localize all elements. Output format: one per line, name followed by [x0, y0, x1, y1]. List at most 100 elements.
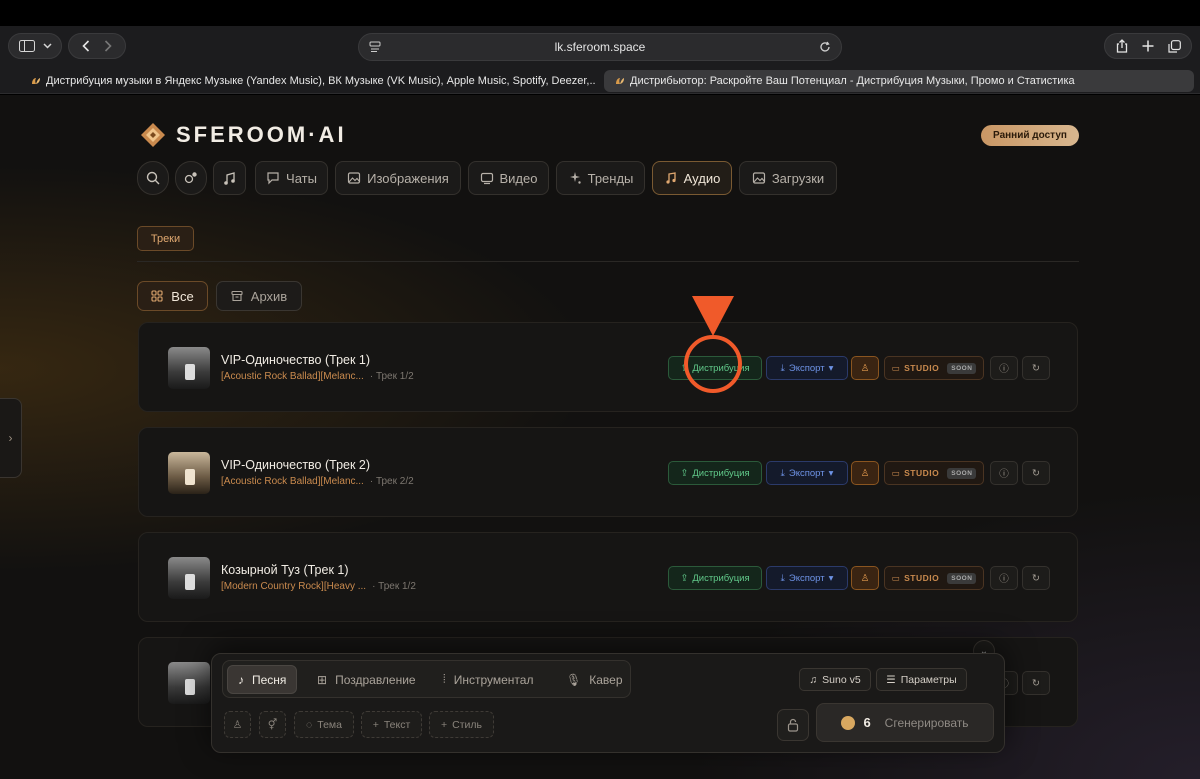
nav-label: Тренды [587, 170, 634, 186]
studio-button[interactable]: ▭ STUDIO SOON [884, 356, 984, 380]
nav-label: Аудио [683, 170, 721, 186]
regenerate-button[interactable]: ↻ [1022, 671, 1050, 695]
export-button[interactable]: ⤓ Экспорт ▾ [766, 461, 848, 485]
upload-icon: ⇪ [680, 467, 689, 479]
regenerate-button[interactable]: ↻ [1022, 566, 1050, 590]
track-tags: [Acoustic Rock Ballad][Melanc... · Трек 2… [221, 476, 414, 487]
microphone-icon: 🎙 [566, 672, 582, 687]
info-button[interactable]: ⓘ [990, 461, 1018, 485]
studio-icon: ▭ [891, 572, 901, 583]
track-cover [168, 452, 210, 494]
gender-icon: ⚥ [267, 718, 278, 731]
soon-badge: SOON [947, 362, 977, 374]
distribution-button[interactable]: ⇪ Дистрибуция [668, 566, 762, 590]
info-icon: ⓘ [999, 469, 1009, 480]
regenerate-button[interactable]: ↻ [1022, 461, 1050, 485]
mode-cover[interactable]: 🎙 Кавер [556, 665, 633, 694]
nav-label: Чаты [286, 170, 317, 186]
artist-button[interactable]: ♙ [851, 461, 879, 485]
voice-icon [183, 170, 199, 186]
address-bar[interactable]: lk.sferoom.space [358, 33, 842, 61]
lock-button[interactable] [777, 709, 809, 741]
music-note-icon [664, 171, 678, 185]
share-icon[interactable] [1116, 39, 1128, 53]
refresh-icon: ↻ [1032, 572, 1040, 584]
composer-panel: ♪ Песня ⊞ Поздравление ⦙ Инструментал 🎙 Каве… [211, 653, 1005, 753]
page-settings-icon[interactable] [369, 41, 381, 56]
lock-icon [787, 718, 799, 732]
parameters-button[interactable]: ☰ Параметры [876, 668, 967, 691]
theme-chip[interactable]: ◌ Тема [294, 711, 354, 738]
artist-button[interactable]: ♙ [851, 566, 879, 590]
nav-images[interactable]: Изображения [335, 161, 461, 195]
app-logo[interactable]: SFEROOM·AI [140, 122, 347, 148]
gender-chip[interactable]: ⚥ [259, 711, 286, 738]
music-note-icon: ♫ [809, 673, 818, 686]
studio-button[interactable]: ▭ STUDIO SOON [884, 566, 984, 590]
export-button[interactable]: ⤓ Экспорт ▾ [766, 356, 848, 380]
app-page: › SFEROOM·AI Ранний доступ Чаты Изображе… [0, 95, 1200, 779]
lyrics-chip[interactable]: + Текст [361, 711, 422, 738]
chevron-down-icon: ▾ [828, 572, 834, 584]
nav-video[interactable]: Видео [468, 161, 549, 195]
annotation-circle [684, 335, 742, 393]
mode-greeting[interactable]: ⊞ Поздравление [307, 665, 426, 694]
track-tags: [Modern Country Rock][Heavy ... · Трек 1/… [221, 581, 416, 592]
studio-button[interactable]: ▭ STUDIO SOON [884, 461, 984, 485]
plus-icon: + [441, 718, 448, 731]
mode-instrumental[interactable]: ⦙ Инструментал [433, 665, 543, 694]
tab-tracks[interactable]: Треки [137, 226, 194, 251]
filter-archive[interactable]: Архив [216, 281, 302, 311]
sidebar-expand-handle[interactable]: › [0, 398, 22, 478]
export-button[interactable]: ⤓ Экспорт ▾ [766, 566, 848, 590]
music-generator-button[interactable] [213, 161, 246, 195]
style-chip[interactable]: + Стиль [429, 711, 494, 738]
filter-all[interactable]: Все [137, 281, 208, 311]
trends-icon [568, 171, 582, 185]
browser-tab[interactable]: Дистрибуция музыки в Яндекс Музыке (Yand… [20, 70, 596, 92]
forward-icon[interactable] [104, 40, 112, 52]
info-button[interactable]: ⓘ [990, 356, 1018, 380]
nav-label: Загрузки [771, 170, 825, 186]
track-title: VIP-Одиночество (Трек 1) [221, 353, 371, 367]
track-row[interactable]: Козырной Туз (Трек 1) [Modern Country Ro… [138, 532, 1078, 622]
tab-title: Дистрибуция музыки в Яндекс Музыке (Yand… [46, 75, 596, 87]
nav-trends[interactable]: Тренды [556, 161, 645, 195]
search-button[interactable] [137, 161, 169, 195]
nav-downloads[interactable]: Загрузки [739, 161, 837, 195]
logo-icon [140, 122, 166, 148]
info-button[interactable]: ⓘ [990, 566, 1018, 590]
regenerate-button[interactable]: ↻ [1022, 356, 1050, 380]
archive-icon [231, 290, 243, 302]
back-icon[interactable] [82, 40, 90, 52]
early-access-badge[interactable]: Ранний доступ [981, 125, 1079, 146]
user-icon: ♙ [232, 718, 243, 731]
sidebar-toggle-button[interactable] [8, 33, 62, 59]
voice-button[interactable] [175, 161, 207, 195]
new-tab-icon[interactable] [1142, 40, 1154, 52]
lightbulb-icon: ◌ [306, 718, 313, 731]
upload-icon: ⇪ [680, 572, 689, 584]
chevron-down-icon: ▾ [828, 467, 834, 479]
generate-button[interactable]: 6 Сгенерировать [816, 703, 994, 742]
sidebar-icon [18, 40, 35, 52]
download-icon: ⤓ [780, 572, 785, 584]
reload-icon[interactable] [819, 41, 831, 56]
refresh-icon: ↻ [1032, 362, 1040, 374]
artist-button[interactable]: ♙ [851, 356, 879, 380]
logo-text: SFEROOM·AI [176, 122, 347, 147]
tab-overview-icon[interactable] [1167, 39, 1181, 53]
mode-song[interactable]: ♪ Песня [227, 665, 298, 694]
track-row[interactable]: VIP-Одиночество (Трек 1) [Acoustic Rock … [138, 322, 1078, 412]
track-row[interactable]: VIP-Одиночество (Трек 2) [Acoustic Rock … [138, 427, 1078, 517]
nav-chats[interactable]: Чаты [255, 161, 328, 195]
info-icon: ⓘ [999, 364, 1009, 375]
voice-chip[interactable]: ♙ [224, 711, 251, 738]
nav-audio[interactable]: Аудио [652, 161, 732, 195]
model-select[interactable]: ♫ Suno v5 [799, 668, 871, 691]
chat-icon [266, 171, 280, 185]
browser-tab-active[interactable]: Дистрибьютор: Раскройте Ваш Потенциал - … [604, 70, 1194, 92]
distribution-button[interactable]: ⇪ Дистрибуция [668, 461, 762, 485]
favicon-icon [614, 75, 626, 87]
nav-label: Изображения [367, 170, 449, 186]
